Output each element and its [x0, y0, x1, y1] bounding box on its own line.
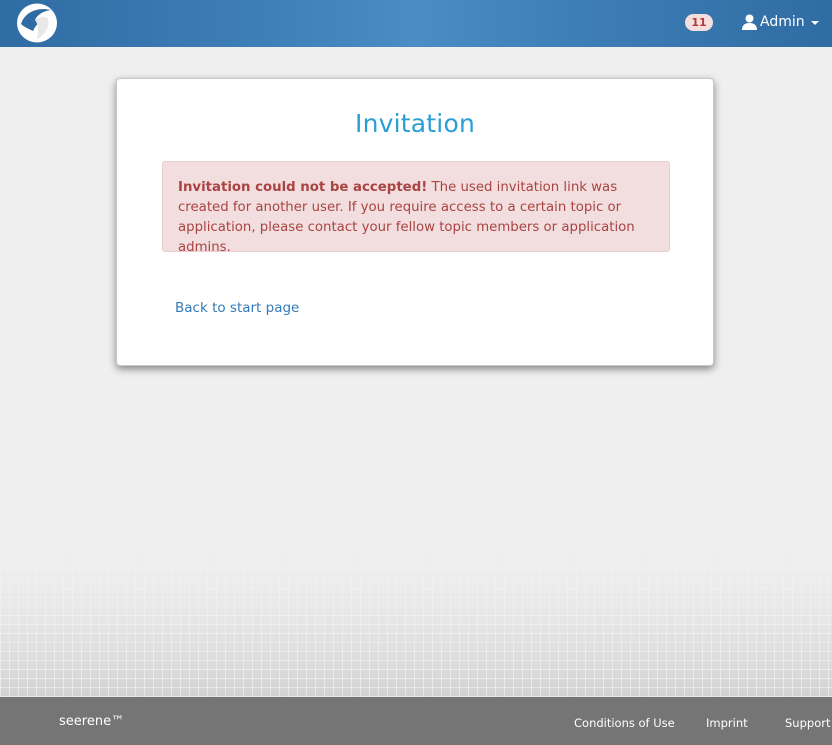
caret-down-icon [810, 21, 819, 25]
logo-icon[interactable] [15, 2, 59, 44]
page-title: Invitation [355, 109, 475, 138]
back-to-start-link[interactable]: Back to start page [175, 300, 299, 316]
footer: seerene™ Conditions of Use Imprint Suppo… [0, 697, 832, 745]
top-navbar: 11 Admin [0, 0, 832, 47]
invitation-card: Invitation Invitation could not be accep… [116, 78, 714, 366]
user-menu-label: Admin [760, 14, 805, 30]
error-alert: Invitation could not be accepted! The us… [162, 161, 670, 255]
notification-badge[interactable]: 11 [685, 14, 713, 31]
conditions-of-use-link[interactable]: Conditions of Use [574, 716, 675, 730]
user-icon [742, 14, 757, 30]
support-link[interactable]: Support [785, 716, 830, 730]
imprint-link[interactable]: Imprint [706, 716, 748, 730]
user-menu-dropdown[interactable]: Admin [742, 12, 819, 32]
footer-brand: seerene™ [59, 714, 125, 729]
background-fade [0, 530, 832, 697]
alert-heading: Invitation could not be accepted! [178, 180, 428, 195]
